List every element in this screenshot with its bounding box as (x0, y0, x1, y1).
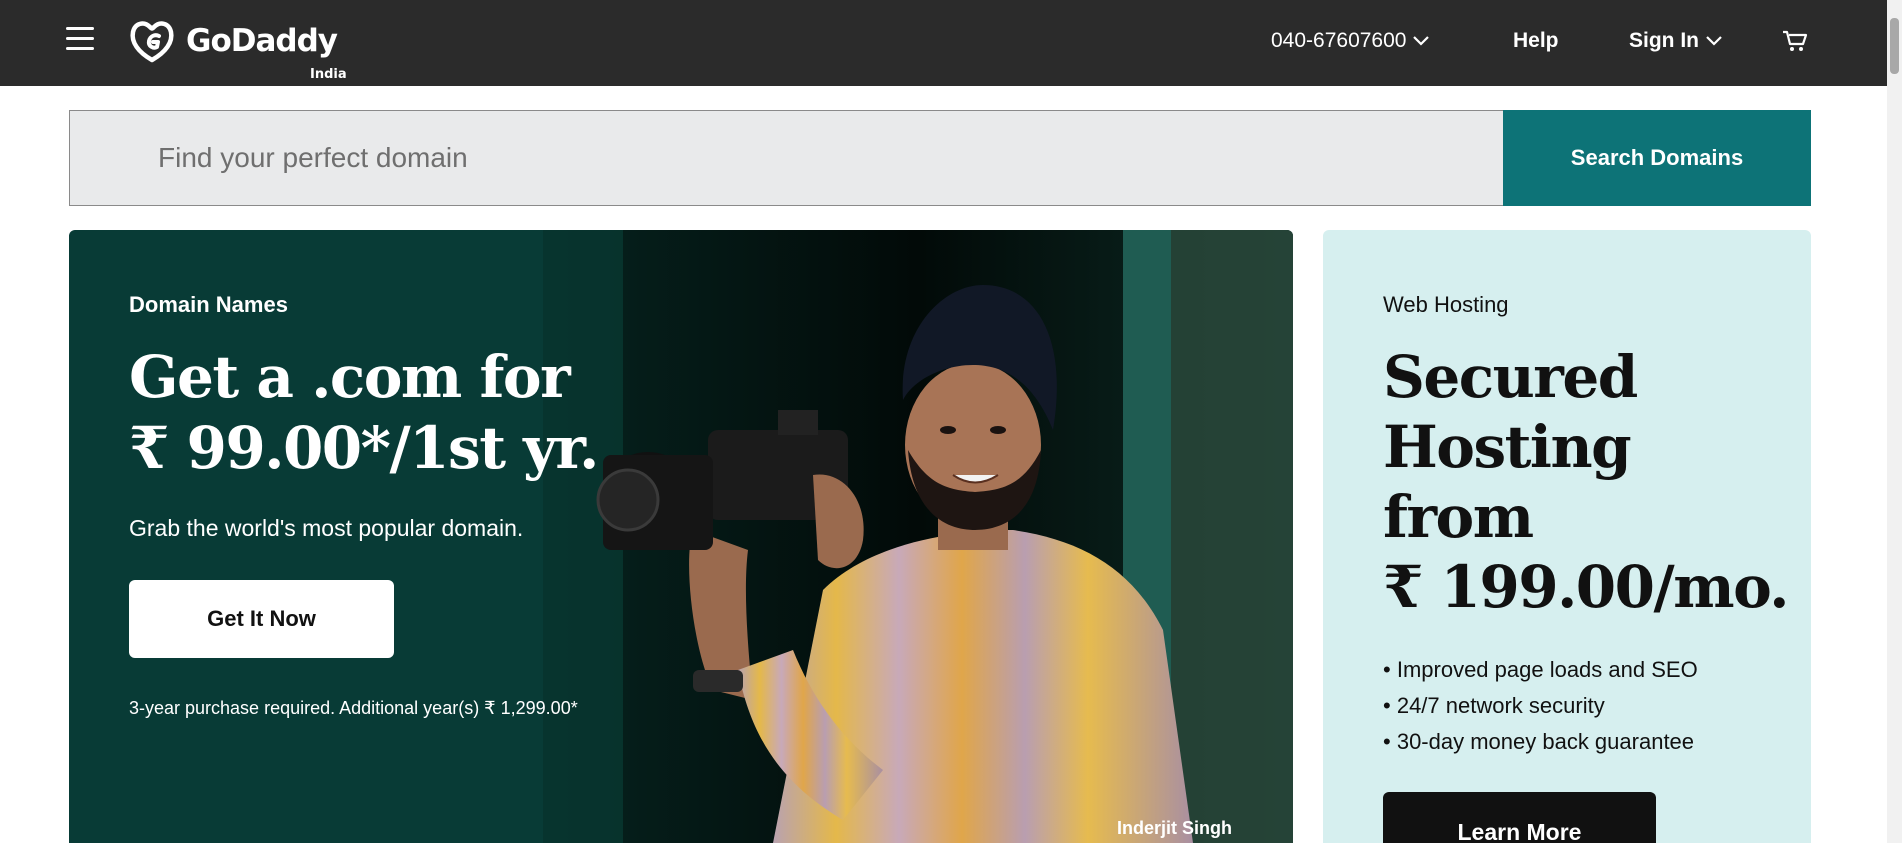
learn-more-button[interactable]: Learn More (1383, 792, 1656, 843)
domain-search-bar: Search Domains (69, 110, 1811, 206)
hosting-feature: 30-day money back guarantee (1383, 724, 1698, 760)
godaddy-logo-icon (130, 21, 174, 63)
hosting-feature: Improved page loads and SEO (1383, 652, 1698, 688)
cart-button[interactable] (1781, 29, 1809, 57)
chevron-down-icon (1413, 36, 1430, 46)
hosting-headline: Secured Hosting from ₹ 199.00/mo. (1383, 342, 1803, 622)
hero-subtitle: Grab the world's most popular domain. (129, 515, 524, 541)
hosting-headline-line2: Hosting (1383, 413, 1632, 481)
photo-credit: Inderjit Singh (1117, 818, 1232, 838)
hosting-feature: 24/7 network security (1383, 688, 1698, 724)
hamburger-menu-icon[interactable] (66, 27, 94, 50)
sign-in-label: Sign In (1629, 29, 1699, 52)
hero-headline-line2: ₹ 99.00*/1st yr. (129, 414, 599, 482)
search-domains-button[interactable]: Search Domains (1503, 110, 1811, 206)
logo-wordmark: GoDaddy (186, 23, 338, 59)
domain-names-hero-card: Domain Names Get a .com for ₹ 99.00*/1st… (69, 230, 1293, 843)
page-scrollbar[interactable] (1887, 0, 1902, 843)
help-link[interactable]: Help (1513, 29, 1559, 53)
domain-search-input[interactable] (69, 110, 1503, 206)
sign-in-dropdown[interactable]: Sign In (1629, 29, 1723, 53)
hosting-headline-line4: ₹ 199.00/mo. (1383, 553, 1789, 621)
phone-dropdown[interactable]: 040-67607600 (1271, 29, 1430, 53)
hero-eyebrow: Domain Names (129, 292, 288, 317)
photographer-image (543, 230, 1293, 843)
help-label: Help (1513, 29, 1559, 52)
site-header: GoDaddy India 040-67607600 Help Sign In (0, 0, 1887, 86)
get-it-now-button[interactable]: Get It Now (129, 580, 394, 658)
hosting-eyebrow: Web Hosting (1383, 292, 1509, 317)
hosting-headline-line1: Secured (1383, 343, 1638, 411)
hosting-feature-list: Improved page loads and SEO 24/7 network… (1383, 652, 1698, 760)
web-hosting-card: Web Hosting Secured Hosting from ₹ 199.0… (1323, 230, 1811, 843)
godaddy-logo[interactable]: GoDaddy (128, 18, 338, 64)
chevron-down-icon (1706, 36, 1722, 46)
hero-headline: Get a .com for ₹ 99.00*/1st yr. (129, 342, 599, 484)
scrollbar-thumb[interactable] (1890, 18, 1899, 74)
hero-headline-line1: Get a .com for (129, 343, 571, 411)
phone-number: 040-67607600 (1271, 29, 1407, 52)
hero-fine-print: 3-year purchase required. Additional yea… (129, 698, 578, 718)
cart-icon (1783, 30, 1808, 51)
hosting-headline-line3: from (1383, 483, 1534, 551)
region-label: India (310, 67, 347, 82)
